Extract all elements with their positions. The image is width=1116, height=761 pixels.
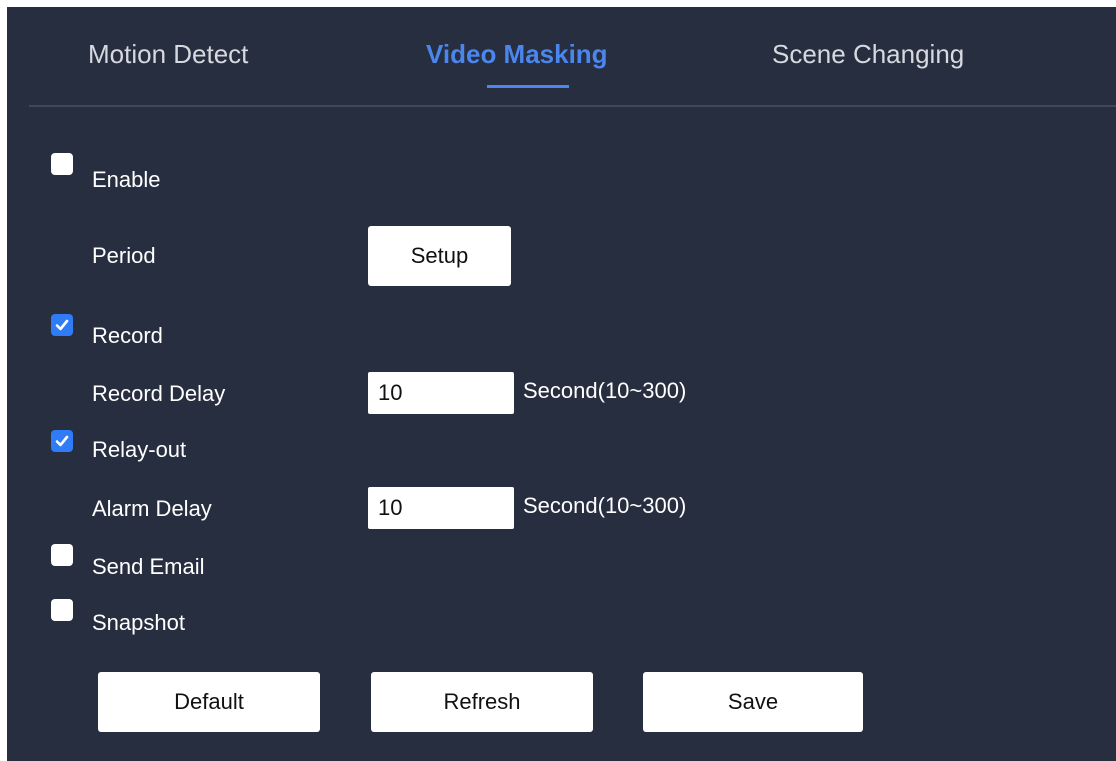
period-label: Period: [92, 243, 156, 268]
record-delay-input[interactable]: [368, 372, 514, 414]
save-button[interactable]: Save: [643, 672, 863, 732]
settings-panel: Motion Detect Video Masking Scene Changi…: [7, 7, 1116, 761]
send-email-checkbox[interactable]: [51, 544, 73, 566]
relay-out-label: Relay-out: [92, 437, 187, 462]
alarm-delay-input[interactable]: [368, 487, 514, 529]
enable-checkbox[interactable]: [51, 153, 73, 175]
tab-scene-changing[interactable]: Scene Changing: [772, 39, 964, 70]
relay-out-checkbox[interactable]: [51, 430, 73, 452]
send-email-label: Send Email: [92, 554, 205, 579]
checkmark-icon: [55, 435, 69, 447]
snapshot-checkbox[interactable]: [51, 599, 73, 621]
refresh-button[interactable]: Refresh: [371, 672, 593, 732]
default-button[interactable]: Default: [98, 672, 320, 732]
snapshot-label: Snapshot: [92, 610, 185, 635]
period-setup-button[interactable]: Setup: [368, 226, 511, 286]
tab-video-masking[interactable]: Video Masking: [426, 39, 608, 70]
alarm-delay-label: Alarm Delay: [92, 496, 212, 521]
checkmark-icon: [55, 319, 69, 331]
enable-label: Enable: [92, 167, 161, 192]
record-checkbox[interactable]: [51, 314, 73, 336]
record-delay-unit: Second(10~300): [523, 378, 687, 403]
alarm-delay-unit: Second(10~300): [523, 493, 687, 518]
tab-bar: Motion Detect Video Masking Scene Changi…: [7, 7, 1116, 105]
active-tab-indicator: [487, 85, 569, 88]
record-delay-label: Record Delay: [92, 381, 226, 406]
tab-divider: [29, 105, 1116, 107]
tab-motion-detect[interactable]: Motion Detect: [88, 39, 248, 70]
record-label: Record: [92, 323, 163, 348]
